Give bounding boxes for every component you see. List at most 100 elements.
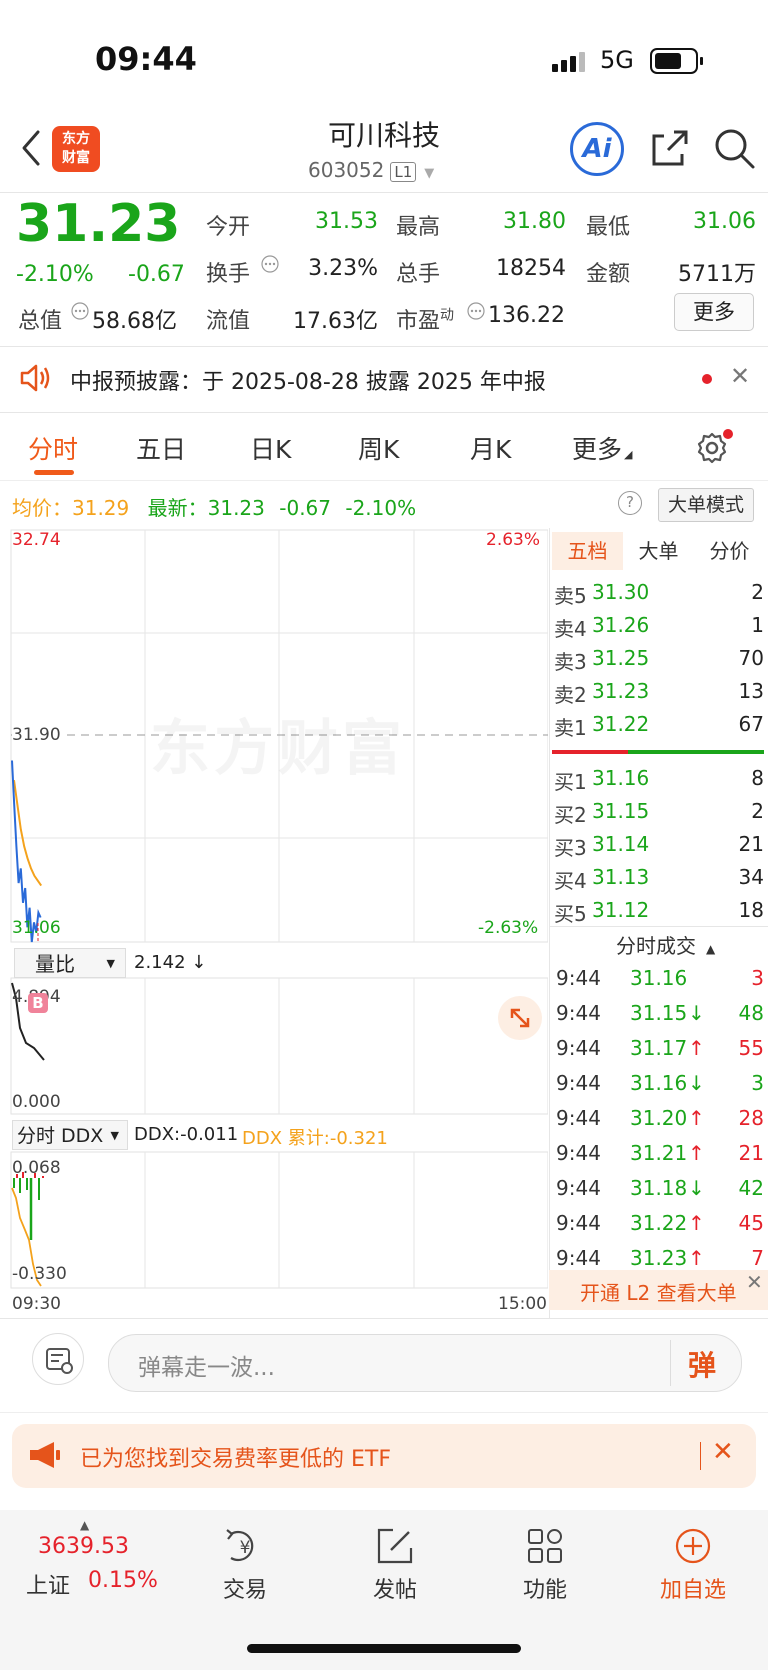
bid-row[interactable]: 买4 31.13 34: [552, 865, 764, 898]
latest-change: -0.67: [279, 496, 331, 520]
tab-big-orders[interactable]: 大单: [623, 532, 694, 570]
close-icon[interactable]: ✕: [712, 1437, 734, 1467]
divider: [0, 480, 768, 481]
tab-intraday[interactable]: 分时: [28, 430, 78, 466]
index-change[interactable]: 0.15%: [88, 1568, 158, 1593]
tab-five-day[interactable]: 五日: [136, 430, 186, 466]
index-name[interactable]: 上证: [26, 1568, 70, 1600]
amount-value: 5711万: [678, 262, 756, 287]
tab-daily-k[interactable]: 日K: [250, 430, 291, 466]
open-value: 31.53: [315, 209, 378, 234]
l2-upgrade-text[interactable]: 开通 L2 查看大单: [580, 1277, 737, 1306]
tick-time: 9:44: [556, 1141, 601, 1165]
etf-promo-text[interactable]: 已为您找到交易费率更低的 ETF: [80, 1441, 391, 1473]
change-percent: -2.10%: [16, 262, 94, 287]
more-quote-button[interactable]: 更多: [674, 293, 754, 331]
info-dots-icon[interactable]: [70, 301, 90, 321]
nav-add-watchlist[interactable]: 加自选: [643, 1524, 743, 1634]
ask-row[interactable]: 卖5 31.30 2: [552, 580, 764, 613]
tab-price-distribution[interactable]: 分价: [694, 532, 765, 570]
tick-price: 31.21: [630, 1141, 688, 1165]
index-value[interactable]: 3639.53: [38, 1534, 129, 1559]
tick-price: 31.15: [630, 1001, 688, 1025]
bid-row[interactable]: 买2 31.15 2: [552, 799, 764, 832]
divider: [0, 1318, 768, 1319]
tab-weekly-k[interactable]: 周K: [358, 430, 399, 466]
tick-time: 9:44: [556, 1001, 601, 1025]
info-dots-icon[interactable]: [466, 301, 486, 321]
order-volume: 8: [751, 766, 764, 790]
buy-marker[interactable]: B: [28, 993, 48, 1013]
volume-axis-bottom: 0.000: [12, 1092, 61, 1112]
bid-row[interactable]: 买1 31.16 8: [552, 766, 764, 799]
tick-volume: 7: [751, 1246, 764, 1270]
settings-gear-icon[interactable]: [694, 428, 734, 466]
ticks-title[interactable]: 分时成交 ▲: [616, 930, 715, 959]
info-dots-icon[interactable]: [260, 254, 280, 274]
buy-pressure-bar: [628, 750, 764, 754]
bid-row[interactable]: 买3 31.14 21: [552, 832, 764, 865]
ddx-selector[interactable]: 分时 DDX ▼: [12, 1120, 128, 1150]
pe-value: 136.22: [488, 303, 565, 328]
tick-volume: 3: [751, 966, 764, 990]
ddx-axis-bottom: -0.330: [12, 1264, 67, 1284]
grid-icon: [528, 1529, 562, 1563]
expand-icon: [510, 1008, 530, 1028]
danmaku-settings-button[interactable]: [32, 1333, 84, 1385]
send-danmaku-button[interactable]: 弹: [688, 1344, 716, 1384]
big-order-mode-button[interactable]: 大单模式: [658, 488, 754, 522]
expand-chart-button[interactable]: [498, 996, 542, 1040]
divider: [549, 926, 768, 927]
caret-up-icon: ▲: [80, 1518, 90, 1532]
order-level-label: 卖3: [554, 650, 587, 674]
ask-row[interactable]: 卖2 31.23 13: [552, 679, 764, 712]
tick-row: 9:44 31.20 ↑ 28: [552, 1106, 764, 1141]
order-volume: 2: [751, 580, 764, 604]
volume-ratio-value: 2.142 ↓: [134, 952, 207, 973]
close-icon[interactable]: ✕: [730, 362, 750, 390]
nav-post[interactable]: 发帖: [345, 1524, 445, 1634]
intraday-chart[interactable]: [0, 528, 548, 1318]
sell-pressure-bar: [552, 750, 628, 754]
ask-row[interactable]: 卖3 31.25 70: [552, 646, 764, 679]
order-price: 31.23: [592, 679, 650, 703]
float-cap-value: 17.63亿: [293, 309, 378, 334]
volume-label: 总手: [396, 262, 441, 287]
ask-row[interactable]: 卖1 31.22 67: [552, 712, 764, 745]
nav-functions[interactable]: 功能: [495, 1524, 595, 1634]
order-price: 31.14: [592, 832, 650, 856]
order-price: 31.30: [592, 580, 650, 604]
tick-price: 31.20: [630, 1106, 688, 1130]
tick-direction: ↑: [688, 1211, 705, 1235]
close-icon[interactable]: ✕: [746, 1270, 763, 1294]
share-icon[interactable]: [650, 128, 690, 168]
signal-icon: [552, 52, 585, 72]
stock-code-selector[interactable]: 603052 L1 ▼: [308, 158, 434, 182]
ai-assistant-button[interactable]: Ai: [570, 122, 624, 176]
order-price: 31.12: [592, 898, 650, 922]
order-volume: 18: [738, 898, 764, 922]
order-level-label: 卖1: [554, 716, 587, 740]
price-axis-mid: 31.90: [12, 725, 61, 745]
pct-axis-bottom: -2.63%: [478, 918, 539, 938]
pe-label: 市盈动: [396, 307, 455, 334]
tab-more[interactable]: 更多 ◢: [572, 430, 632, 466]
order-volume: 34: [738, 865, 764, 889]
level-badge: L1: [390, 162, 417, 182]
divider: [0, 346, 768, 347]
volume-value: 18254: [496, 256, 566, 281]
help-icon[interactable]: ?: [618, 491, 642, 515]
ask-row[interactable]: 卖4 31.26 1: [552, 613, 764, 646]
tick-row: 9:44 31.21 ↑ 21: [552, 1141, 764, 1176]
order-level-label: 买1: [554, 770, 587, 794]
battery-icon: [650, 48, 703, 74]
turnover-label: 换手: [206, 262, 251, 287]
tick-direction: ↑: [688, 1106, 705, 1130]
search-icon[interactable]: [714, 128, 756, 170]
price-axis-top: 32.74: [12, 530, 61, 550]
notice-text[interactable]: 中报预披露：于 2025-08-28 披露 2025 年中报: [70, 364, 546, 396]
volume-ratio-selector[interactable]: 量比 ▼: [14, 948, 126, 978]
nav-trade[interactable]: ¥ 交易: [195, 1524, 295, 1634]
tab-five-levels[interactable]: 五档: [552, 532, 623, 570]
tab-monthly-k[interactable]: 月K: [470, 430, 511, 466]
